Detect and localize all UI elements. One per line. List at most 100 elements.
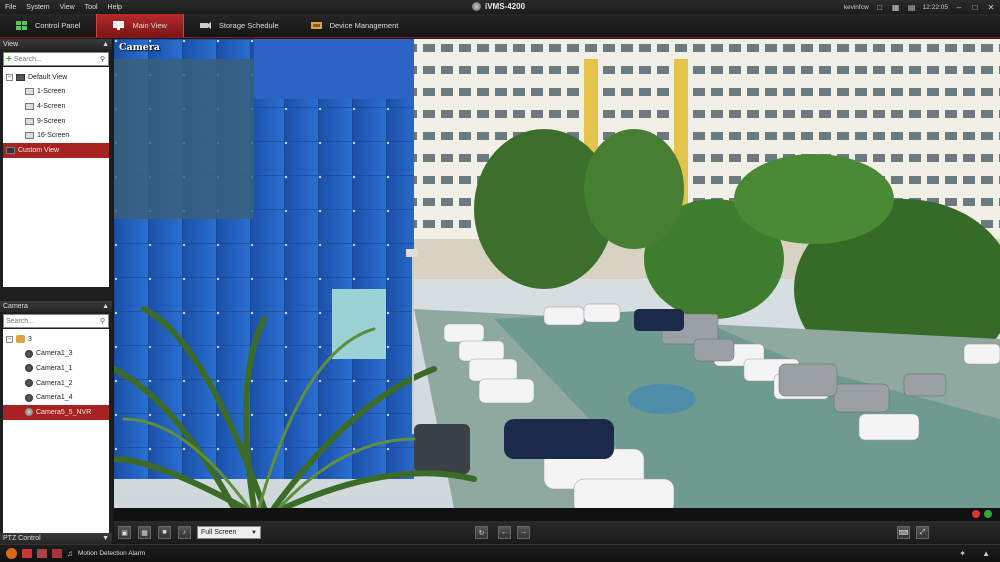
search-icon[interactable]: ⚲ xyxy=(100,55,105,63)
tree-item-label: 1-Screen xyxy=(37,88,66,96)
close-icon[interactable]: ✕ xyxy=(986,3,996,12)
ptz-panel-title: PTZ Control xyxy=(3,535,41,542)
tree-item-label: Custom View xyxy=(18,146,60,154)
keyboard-button[interactable]: ⌨ xyxy=(897,526,910,539)
device-icon xyxy=(310,22,322,29)
tab-device-management[interactable]: Device Management xyxy=(295,14,415,37)
tab-label: Control Panel xyxy=(35,21,81,30)
ptz-panel-header[interactable]: PTZ Control ▼ xyxy=(0,533,112,544)
refresh-button[interactable]: ↻ xyxy=(475,526,488,539)
alarm-warning-icon[interactable] xyxy=(6,548,17,559)
camera-icon xyxy=(25,364,33,373)
tree-item-16-screen[interactable]: 16-Screen xyxy=(3,128,109,143)
tree-item-camera1-1[interactable]: Camera1_1 xyxy=(3,361,109,376)
tree-item-camera1-2[interactable]: Camera1_2 xyxy=(3,376,109,391)
pin-icon[interactable]: ✦ xyxy=(959,549,966,558)
tree-item-label: 3 xyxy=(28,335,32,343)
camera-icon xyxy=(25,379,33,388)
fullscreen-button[interactable]: ⤢ xyxy=(916,526,929,539)
lock-icon[interactable]: □ xyxy=(875,3,885,12)
alarm-sound-icon[interactable] xyxy=(22,549,32,558)
view-tree: – Default View 1-Screen 4-Screen 9-Scree… xyxy=(3,67,109,287)
view-panel-title: View xyxy=(3,41,19,48)
camera-icon xyxy=(25,408,33,417)
stop-all-button[interactable]: ■ xyxy=(158,526,171,539)
tree-item-label: Camera5_5_NVR xyxy=(36,408,92,416)
app-logo-icon xyxy=(472,2,481,11)
view-search-box: + ⚲ xyxy=(3,52,109,66)
alarm-label: Motion Detection Alarm xyxy=(78,550,146,557)
memory-icon[interactable]: ▤ xyxy=(907,3,917,12)
tree-item-label: Camera1_1 xyxy=(36,364,73,372)
menu-tool[interactable]: Tool xyxy=(80,4,103,11)
tree-item-group-3[interactable]: – 3 xyxy=(3,332,109,347)
window-controls: kevinfcw □ ▦ ▤ 12:22:05 – □ ✕ xyxy=(844,1,996,13)
menu-system[interactable]: System xyxy=(21,4,54,11)
screen-9-icon xyxy=(25,117,34,125)
tab-control-panel[interactable]: Control Panel xyxy=(0,14,96,37)
expand-panel-icon[interactable]: ▲ xyxy=(982,549,990,558)
grid-icon xyxy=(16,21,27,30)
module-tab-bar: Control Panel Main View Storage Schedule… xyxy=(0,14,1000,38)
camera-icon xyxy=(25,349,33,358)
cpu-icon[interactable]: ▦ xyxy=(891,3,901,12)
screen-layout-button[interactable]: ▣ xyxy=(118,526,131,539)
tree-item-label: Camera1_4 xyxy=(36,394,73,402)
tree-item-4-screen[interactable]: 4-Screen xyxy=(3,99,109,114)
clock-time: 12:22:05 xyxy=(922,3,948,11)
tree-item-9-screen[interactable]: 9-Screen xyxy=(3,114,109,129)
collapse-up-icon[interactable]: ▲ xyxy=(102,303,109,310)
menu-view[interactable]: View xyxy=(55,4,80,11)
video-camera-label: Camera xyxy=(119,42,160,53)
previous-page-button[interactable]: ← xyxy=(498,526,511,539)
collapse-icon[interactable]: – xyxy=(6,73,13,81)
collapse-up-icon[interactable]: ▲ xyxy=(102,41,109,48)
volume-button[interactable]: ♪ xyxy=(178,526,191,539)
tree-item-default-view[interactable]: – Default View xyxy=(3,70,109,85)
add-view-icon[interactable]: + xyxy=(6,54,12,65)
tree-item-camera1-4[interactable]: Camera1_4 xyxy=(3,390,109,405)
next-page-button[interactable]: → xyxy=(517,526,530,539)
camera-panel-header[interactable]: Camera ▲ xyxy=(0,301,112,312)
video-display[interactable]: Camera xyxy=(114,39,1000,508)
screen-mode-select[interactable]: Full Screen ▼ xyxy=(197,526,261,539)
camera-panel-title: Camera xyxy=(3,303,28,310)
view-search-input[interactable] xyxy=(13,55,94,63)
custom-view-icon xyxy=(6,146,15,154)
tab-main-view[interactable]: Main View xyxy=(96,14,184,37)
left-panel: View ▲ + ⚲ – Default View 1-Screen 4-Scr… xyxy=(0,39,112,544)
tree-item-custom-view[interactable]: Custom View xyxy=(3,142,109,158)
record-indicator-icon xyxy=(972,510,980,518)
tree-item-1-screen[interactable]: 1-Screen xyxy=(3,85,109,100)
expand-down-icon[interactable]: ▼ xyxy=(102,535,109,542)
tab-storage-schedule[interactable]: Storage Schedule xyxy=(184,14,295,37)
camera-tree: – 3 Camera1_3 Camera1_1 Camera1_2 Camera… xyxy=(3,329,109,544)
tree-item-label: Camera1_3 xyxy=(36,350,73,358)
camera-search-box: ⚲ xyxy=(3,314,109,328)
tab-label: Device Management xyxy=(329,21,399,30)
screen-mode-value: Full Screen xyxy=(201,529,237,536)
tree-item-label: Camera1_2 xyxy=(36,379,73,387)
tab-label: Main View xyxy=(132,21,167,30)
search-icon[interactable]: ⚲ xyxy=(100,317,105,325)
tab-label: Storage Schedule xyxy=(218,21,279,30)
status-indicator-icon xyxy=(984,510,992,518)
minimize-icon[interactable]: – xyxy=(954,3,964,12)
tree-item-camera5-5-nvr[interactable]: Camera5_5_NVR xyxy=(3,404,109,420)
group-icon xyxy=(16,335,25,344)
menu-file[interactable]: File xyxy=(0,4,21,11)
speaker-icon[interactable]: ♫ xyxy=(67,549,73,558)
tree-item-label: 16-Screen xyxy=(37,132,70,140)
camera-icon xyxy=(199,22,211,29)
window-division-button[interactable]: ▦ xyxy=(138,526,151,539)
alarm-list-icon[interactable] xyxy=(37,549,47,558)
maximize-icon[interactable]: □ xyxy=(970,3,980,12)
status-bar: ♫ Motion Detection Alarm ✦ ▲ xyxy=(0,544,1000,562)
monitor-icon xyxy=(113,21,125,30)
view-panel-header[interactable]: View ▲ xyxy=(0,39,112,50)
alarm-clear-icon[interactable] xyxy=(52,549,62,558)
collapse-icon[interactable]: – xyxy=(6,335,13,343)
tree-item-camera1-3[interactable]: Camera1_3 xyxy=(3,347,109,362)
camera-search-input[interactable] xyxy=(6,317,86,325)
menu-help[interactable]: Help xyxy=(103,4,127,11)
